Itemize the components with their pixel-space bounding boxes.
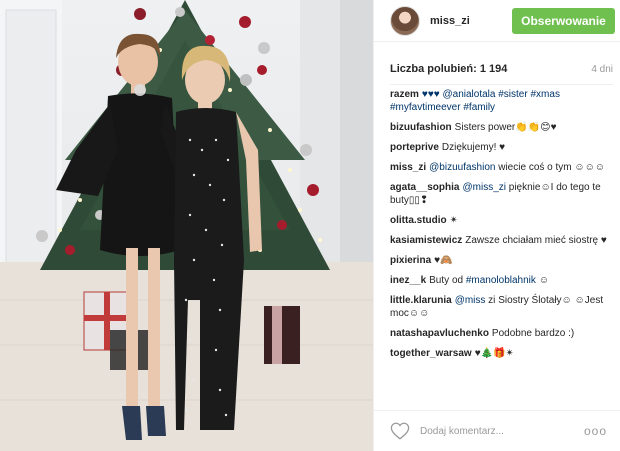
comment-item: little.klarunia @miss zi Siostry Ślotały☺… (390, 294, 616, 320)
comment-author[interactable]: inez__k (390, 275, 426, 286)
comment-text: Buty od #manoloblahnik ☺ (429, 275, 549, 286)
comment-item: porteprive Dziękujemy! ♥ (390, 141, 616, 154)
comment-author[interactable]: bizuufashion (390, 122, 452, 133)
photo-illustration (0, 0, 373, 451)
avatar[interactable] (390, 5, 420, 36)
divider (390, 84, 613, 85)
comment-text: Dziękujemy! ♥ (441, 142, 506, 153)
comment-author[interactable]: porteprive (390, 142, 439, 153)
comment-text: ♥🙈 (434, 255, 453, 266)
comment-text: Podobne bardzo :) (491, 328, 575, 339)
comment-text: ✴ (449, 215, 459, 226)
comment-input[interactable] (420, 425, 584, 437)
post-footer: ooo (374, 410, 620, 451)
following-button[interactable]: Obserwowanie (512, 7, 615, 34)
comment-text: Sisters power👏👏😊♥ (454, 122, 557, 133)
comment-author[interactable]: little.klarunia (390, 295, 452, 306)
comment-author[interactable]: miss_zi (390, 162, 426, 173)
heart-outline-icon[interactable] (390, 422, 410, 440)
comment-item: razem ♥♥♥ @anialotala #sister #xmas #myfa… (390, 88, 616, 114)
post-header: miss_zi Obserwowanie (374, 0, 620, 42)
post-photo[interactable] (0, 0, 373, 451)
comment-item: natashapavluchenko Podobne bardzo :) (390, 327, 616, 340)
comment-author[interactable]: pixierina (390, 255, 431, 266)
comment-author[interactable]: natashapavluchenko (390, 328, 489, 339)
comment-item: kasiamistewicz Zawsze chciałam mieć siost… (390, 234, 616, 247)
comment-author[interactable]: kasiamistewicz (390, 235, 462, 246)
more-options-icon[interactable]: ooo (584, 424, 607, 438)
comment-item: agata__sophia @miss_zi pięknie☺I do tego … (390, 181, 616, 207)
comment-author[interactable]: olitta.studio (390, 215, 447, 226)
comment-text: Zawsze chciałam mieć siostrę ♥ (465, 235, 607, 246)
comment-item: pixierina ♥🙈 (390, 254, 616, 267)
likes-row: Liczba polubień: 1 194 4 dni (390, 62, 613, 76)
post-details-panel: miss_zi Obserwowanie Liczba polubień: 1 … (373, 0, 620, 451)
comment-author[interactable]: agata__sophia (390, 182, 459, 193)
post-age[interactable]: 4 dni (591, 64, 613, 75)
comment-author[interactable]: together_warsaw (390, 348, 472, 359)
comment-author[interactable]: razem (390, 89, 419, 100)
likes-count[interactable]: Liczba polubień: 1 194 (390, 63, 507, 75)
comment-item: together_warsaw ♥🎄🎁✴ (390, 347, 616, 360)
comment-item: olitta.studio ✴ (390, 214, 616, 227)
comment-item: bizuufashion Sisters power👏👏😊♥ (390, 121, 616, 134)
comments-list: razem ♥♥♥ @anialotala #sister #xmas #myfa… (390, 88, 616, 367)
author-username[interactable]: miss_zi (430, 15, 512, 27)
comment-text: @bizuufashion wiecie coś o tym ☺☺☺ (429, 162, 606, 173)
comment-item: miss_zi @bizuufashion wiecie coś o tym ☺☺… (390, 161, 616, 174)
comment-text: ♥🎄🎁✴ (474, 348, 514, 359)
comment-item: inez__k Buty od #manoloblahnik ☺ (390, 274, 616, 287)
